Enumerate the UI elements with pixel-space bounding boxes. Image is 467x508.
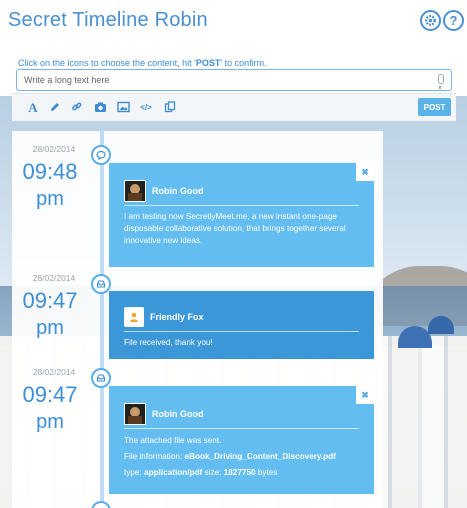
camera-icon[interactable]	[93, 101, 107, 115]
image-icon[interactable]	[116, 101, 130, 115]
post-card: Friendly Fox File received, thank you!	[109, 291, 374, 359]
divider	[124, 428, 359, 429]
entry-ampm: pm	[36, 317, 64, 339]
size-value: 1827750	[223, 468, 256, 478]
post-body: File received, thank you!	[124, 338, 213, 347]
file-info-line: File information: eBook_Driving_Content_…	[124, 451, 360, 463]
file-icon[interactable]	[163, 101, 177, 115]
hint-prefix: Click on the icons to choose the content…	[18, 58, 196, 68]
size-label: size:	[204, 468, 222, 478]
code-icon[interactable]: </>	[139, 101, 153, 115]
text-icon[interactable]: A	[26, 101, 40, 115]
author-name: Robin Good	[152, 409, 204, 419]
entry-date: 28/02/2014	[32, 144, 76, 154]
close-icon[interactable]: ✖	[356, 163, 374, 181]
input-placeholder: Write a long text here	[24, 75, 110, 85]
divider	[124, 331, 359, 332]
file-name-link[interactable]: eBook_Driving_Content_Discovery.pdf	[185, 452, 336, 461]
close-icon[interactable]: ✖	[356, 386, 374, 404]
timeline-node-partial	[91, 501, 111, 508]
inbox-icon	[91, 274, 111, 294]
entry-date: 28/02/2014	[32, 273, 76, 283]
help-button[interactable]: ?	[443, 10, 464, 31]
file-meta-line: type: application/pdf size: 1827750 byte…	[124, 467, 360, 479]
entry-ampm: pm	[36, 411, 64, 433]
type-value: application/pdf	[144, 468, 203, 478]
long-text-input[interactable]: Write a long text here	[16, 69, 452, 91]
post-body: I am testing now SecretlyMeet.me, a new …	[124, 212, 346, 246]
microphone-icon[interactable]	[438, 74, 444, 89]
inbox-icon	[91, 368, 111, 388]
entry-time: 09:47	[22, 382, 78, 407]
entry-time: 09:48	[22, 159, 78, 184]
post-author: Robin Good	[124, 180, 204, 202]
entry-time: 09:47	[22, 288, 78, 313]
post-author: Friendly Fox	[124, 307, 204, 327]
hint-bold: POST	[195, 58, 221, 68]
entry-date: 28/02/2014	[32, 367, 76, 377]
header: Secret Timeline Robin ?	[0, 0, 467, 52]
avatar	[124, 180, 146, 202]
hint-suffix: ' to confirm.	[220, 58, 267, 68]
chat-bubble-icon	[91, 145, 111, 165]
composer-hint: Click on the icons to choose the content…	[18, 58, 267, 68]
page-title: Secret Timeline Robin	[8, 9, 208, 31]
gear-icon	[425, 15, 436, 26]
post-body: The attached file was sent. File informa…	[124, 435, 360, 480]
timeline-line	[100, 131, 104, 508]
pencil-icon[interactable]	[48, 101, 62, 115]
author-name: Robin Good	[152, 186, 204, 196]
avatar	[124, 403, 146, 425]
timeline-panel: 28/02/2014 09:48 pm ✖ Robin Good I am te…	[12, 131, 383, 508]
content-toolbar: A </> POST	[12, 93, 456, 121]
file-sent-text: The attached file was sent.	[124, 436, 222, 445]
link-icon[interactable]	[70, 101, 84, 115]
entry-ampm: pm	[36, 188, 64, 210]
file-info-label: File information:	[124, 452, 183, 462]
size-unit: bytes	[257, 468, 278, 478]
post-card: ✖ Robin Good The attached file was sent.…	[109, 386, 374, 494]
fox-avatar-icon	[124, 307, 144, 327]
post-card: ✖ Robin Good I am testing now SecretlyMe…	[109, 163, 374, 267]
post-button[interactable]: POST	[418, 98, 451, 116]
settings-button[interactable]	[420, 10, 441, 31]
type-label: type:	[124, 468, 142, 478]
post-author: Robin Good	[124, 403, 204, 425]
author-name: Friendly Fox	[150, 312, 204, 322]
divider	[124, 205, 359, 206]
